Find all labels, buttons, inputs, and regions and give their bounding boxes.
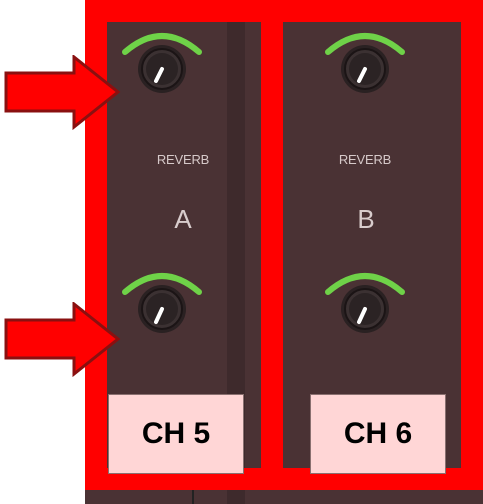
- arrow-right-icon: [4, 302, 121, 377]
- channel-label-ch5: CH 5: [108, 394, 244, 474]
- divider-tick: [192, 490, 194, 504]
- channel-label-ch6: CH 6: [310, 394, 446, 474]
- arrow-right-icon: [4, 55, 121, 130]
